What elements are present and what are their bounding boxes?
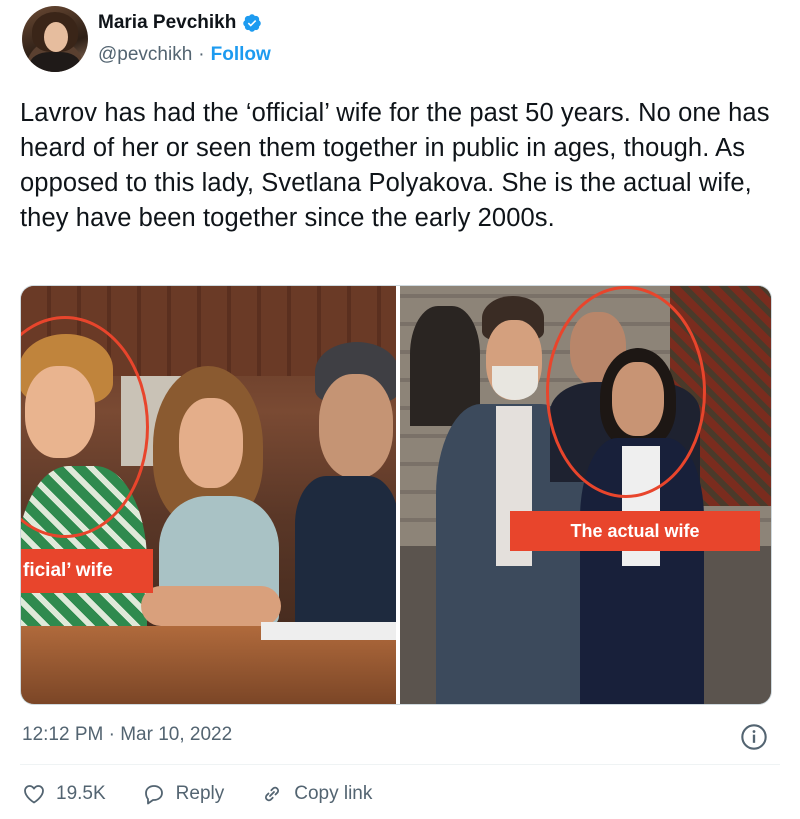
heart-icon	[24, 785, 44, 804]
woman-middle-face	[179, 398, 243, 488]
woman-middle-arms	[141, 586, 281, 626]
action-bar: 19.5K Reply Copy link	[22, 782, 408, 806]
copy-link-label: Copy link	[294, 783, 373, 804]
info-icon[interactable]	[740, 723, 768, 751]
left-man-beard	[492, 366, 538, 400]
copy-link-button[interactable]: Copy link	[260, 782, 372, 806]
handle-separator: ·	[198, 44, 205, 65]
like-button[interactable]: 19.5K	[22, 782, 106, 806]
photo-right[interactable]: The actual wife	[400, 286, 771, 704]
author-name[interactable]: Maria Pevchikh	[98, 12, 236, 34]
verified-badge-icon	[243, 14, 262, 32]
label-official-wife: ficial’ wife	[21, 549, 153, 593]
reply-bubble-icon	[144, 785, 163, 805]
tweet-media[interactable]: ficial’ wife The actual wife	[20, 285, 772, 705]
reply-label: Reply	[175, 783, 225, 804]
like-count: 19.5K	[56, 783, 106, 804]
tweet-timestamp[interactable]: 12:12 PM · Mar 10, 2022	[22, 724, 232, 746]
tweet-card: Maria Pevchikh @pevchikh · Follow Lavrov…	[0, 0, 800, 819]
tweet-text: Lavrov has had the ‘official’ wife for t…	[20, 99, 770, 232]
reply-button[interactable]: Reply	[142, 782, 225, 806]
photo-left[interactable]: ficial’ wife	[21, 286, 396, 704]
avatar[interactable]	[22, 6, 88, 72]
author-name-row: Maria Pevchikh	[98, 12, 262, 34]
footer-divider	[20, 764, 780, 765]
follow-button[interactable]: Follow	[211, 44, 271, 66]
author-handle[interactable]: @pevchikh	[98, 44, 192, 66]
highlight-circle-right	[546, 286, 706, 498]
papers	[261, 622, 396, 640]
man-shirt	[295, 476, 396, 636]
man-face	[319, 374, 393, 478]
label-actual-wife: The actual wife	[510, 511, 760, 551]
author-handle-row: @pevchikh · Follow	[98, 44, 271, 66]
link-icon	[265, 786, 280, 802]
